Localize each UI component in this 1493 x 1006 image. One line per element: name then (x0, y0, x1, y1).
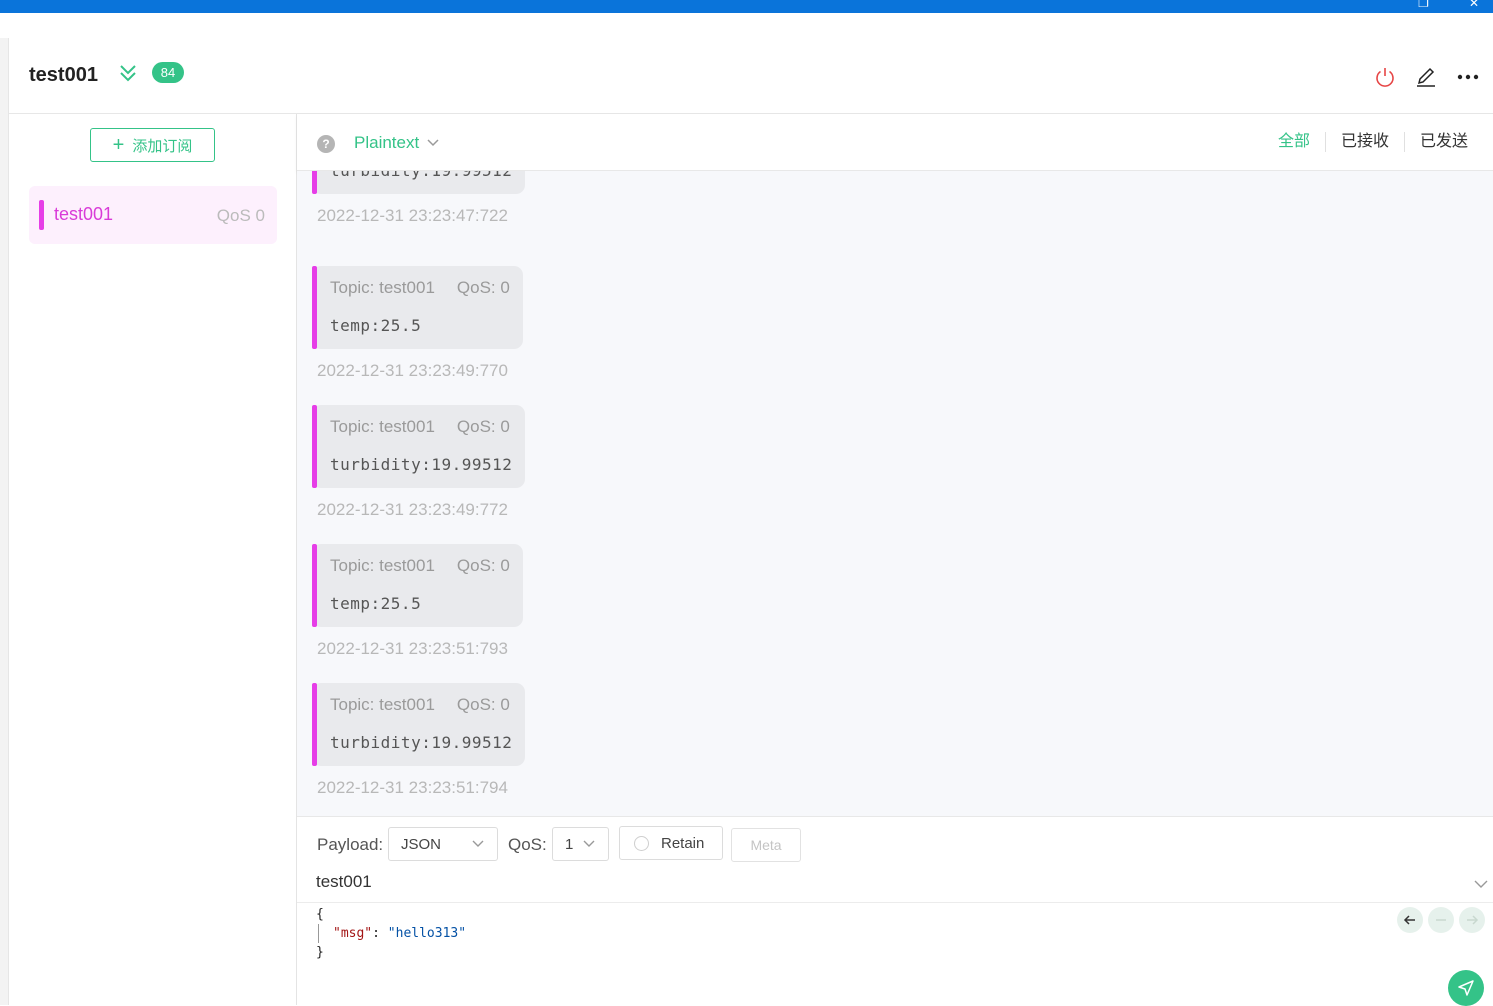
message-color-bar (312, 266, 317, 349)
message-bubble[interactable]: Topic: test001 QoS: 0 temp:25.5 (312, 266, 523, 349)
retain-label: Retain (661, 834, 705, 852)
editor-line-open: { (316, 907, 324, 922)
send-button[interactable] (1448, 970, 1484, 1006)
message-color-bar (312, 171, 317, 194)
power-icon (1376, 68, 1394, 87)
message-item: Topic: test001 QoS: 0 turbidity:19.99512 … (312, 683, 526, 798)
left-edge (0, 38, 9, 1005)
json-key: "msg" (333, 926, 373, 941)
restore-icon[interactable]: ❐ (1418, 0, 1429, 10)
message-topic: Topic: test001 (330, 695, 435, 714)
payload-type-select[interactable]: JSON (388, 827, 498, 861)
message-color-bar (312, 683, 317, 766)
double-chevron-down-icon[interactable] (117, 62, 139, 84)
payload-label: Payload: (317, 835, 384, 854)
message-payload: turbidity:19.99512 (330, 733, 513, 752)
more-options-button[interactable] (1455, 64, 1481, 90)
payload-editor[interactable]: { "msg": "hello313" } (316, 905, 466, 962)
json-value: "hello313" (387, 926, 467, 941)
message-time: 2022-12-31 23:23:47:722 (317, 206, 508, 225)
message-color-bar (312, 405, 317, 488)
message-count-badge: 84 (152, 62, 184, 83)
publish-topic-input[interactable]: test001 (316, 872, 372, 892)
connection-title: test001 (29, 64, 98, 86)
tab-sent[interactable]: 已发送 (1403, 132, 1483, 152)
subscription-color-bar (39, 200, 44, 230)
minus-icon (1436, 919, 1446, 921)
editor-line-body: "msg": "hello313" (318, 924, 466, 943)
chevron-down-icon (472, 840, 484, 847)
message-qos: QoS: 0 (456, 556, 510, 575)
more-icon (1457, 74, 1479, 80)
message-qos: QoS: 0 (456, 278, 510, 297)
history-forward-button[interactable] (1459, 907, 1485, 933)
history-clear-button[interactable] (1428, 907, 1454, 933)
subscription-item[interactable]: test001 QoS 0 (29, 186, 277, 244)
meta-button[interactable]: Meta (731, 828, 801, 862)
subscription-sidebar: + 添加订阅 test001 QoS 0 (9, 114, 297, 1005)
plus-icon: + (112, 134, 125, 156)
message-filter-bar: ? Plaintext 全部 已接收 已发送 (297, 114, 1493, 171)
message-topic: Topic: test001 (330, 278, 435, 297)
message-composer: Payload: JSON QoS: 1 Retain Meta test001… (297, 816, 1493, 1006)
arrow-left-icon (1403, 915, 1415, 925)
message-payload: temp:25.5 (330, 316, 422, 335)
message-topic: Topic: test001 (330, 417, 435, 436)
tab-received[interactable]: 已接收 (1324, 132, 1404, 152)
message-bubble[interactable]: turbidity:19.99512 (312, 171, 526, 194)
message-bubble[interactable]: Topic: test001 QoS: 0 turbidity:19.99512 (312, 405, 526, 488)
qos-value: 1 (565, 835, 574, 853)
help-icon[interactable]: ? (317, 135, 335, 153)
message-item: Topic: test001 QoS: 0 temp:25.5 2022-12-3… (312, 544, 523, 659)
retain-radio (634, 835, 649, 851)
edit-connection-button[interactable] (1413, 64, 1439, 90)
chevron-down-icon[interactable] (1472, 875, 1490, 893)
message-time: 2022-12-31 23:23:49:770 (317, 361, 508, 380)
history-back-button[interactable] (1397, 907, 1423, 933)
chevron-down-icon[interactable] (425, 135, 441, 151)
payload-format-select[interactable]: Plaintext (354, 133, 419, 153)
message-time: 2022-12-31 23:23:51:794 (317, 778, 508, 797)
message-tabs: 全部 已接收 已发送 (1263, 132, 1483, 152)
message-payload: turbidity:19.99512 (330, 171, 512, 180)
subscription-topic: test001 (54, 204, 114, 224)
arrow-right-icon (1467, 915, 1479, 925)
message-topic: Topic: test001 (330, 556, 435, 575)
message-payload: turbidity:19.99512 (330, 455, 513, 474)
message-qos: QoS: 0 (456, 417, 510, 436)
message-item: turbidity:19.99512 2022-12-31 23:23:47:7… (312, 171, 526, 226)
message-bubble[interactable]: Topic: test001 QoS: 0 turbidity:19.99512 (312, 683, 526, 766)
message-color-bar (312, 544, 317, 627)
window-titlebar: ❐ ✕ (0, 0, 1493, 13)
retain-checkbox[interactable]: Retain (619, 826, 723, 860)
editor-line-close: } (316, 945, 324, 960)
tab-all[interactable]: 全部 (1263, 132, 1325, 152)
chevron-down-icon (583, 840, 595, 847)
json-sep: : (372, 926, 388, 941)
message-time: 2022-12-31 23:23:51:793 (317, 639, 508, 658)
connection-header: test001 84 (9, 38, 1493, 114)
add-subscription-label: 添加订阅 (132, 137, 193, 155)
message-time: 2022-12-31 23:23:49:772 (317, 500, 508, 519)
message-list[interactable]: turbidity:19.99512 2022-12-31 23:23:47:7… (297, 171, 1493, 816)
message-item: Topic: test001 QoS: 0 turbidity:19.99512 … (312, 405, 526, 520)
message-item: Topic: test001 QoS: 0 temp:25.5 2022-12-3… (312, 266, 523, 381)
disconnect-button[interactable] (1372, 64, 1398, 90)
subscription-qos: QoS 0 (216, 206, 265, 225)
message-bubble[interactable]: Topic: test001 QoS: 0 temp:25.5 (312, 544, 523, 627)
qos-select[interactable]: 1 (552, 827, 609, 861)
add-subscription-button[interactable]: + 添加订阅 (90, 128, 215, 162)
payload-type-value: JSON (401, 835, 442, 853)
edit-icon (1417, 67, 1435, 87)
message-payload: temp:25.5 (330, 594, 422, 613)
send-icon (1458, 980, 1474, 996)
qos-label: QoS: (508, 835, 547, 854)
composer-divider (297, 902, 1493, 903)
message-qos: QoS: 0 (456, 695, 510, 714)
close-icon[interactable]: ✕ (1469, 0, 1479, 10)
